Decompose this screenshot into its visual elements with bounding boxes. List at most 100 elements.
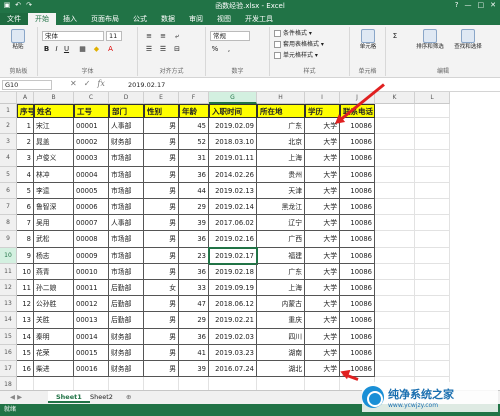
- table-cell[interactable]: 2019.02.16: [209, 231, 257, 248]
- font-color-icon[interactable]: A: [106, 44, 115, 54]
- row-header[interactable]: 11: [0, 263, 17, 280]
- table-cell[interactable]: 2019.02.14: [209, 199, 257, 216]
- table-cell[interactable]: 00016: [74, 361, 109, 378]
- font-family-select[interactable]: 宋体: [42, 31, 104, 41]
- table-cell[interactable]: 男: [144, 118, 179, 135]
- table-cell[interactable]: 10086: [340, 280, 375, 297]
- table-cell[interactable]: 女: [144, 280, 179, 297]
- empty-cell[interactable]: [17, 377, 34, 390]
- column-header-L[interactable]: L: [415, 92, 450, 104]
- table-cell[interactable]: 2016.07.24: [209, 361, 257, 378]
- table-cell[interactable]: 7: [17, 215, 34, 232]
- empty-cell[interactable]: [179, 377, 209, 390]
- empty-cell[interactable]: [375, 280, 415, 297]
- empty-cell[interactable]: [415, 296, 450, 313]
- cell-styles-button[interactable]: 单元格样式 ▾: [274, 51, 318, 61]
- select-all-corner[interactable]: [0, 92, 17, 104]
- table-cell[interactable]: 6: [17, 199, 34, 216]
- tab-formulas[interactable]: 公式: [126, 13, 154, 25]
- table-cell[interactable]: 大学: [305, 361, 340, 378]
- find-select-button[interactable]: 查找和选择: [452, 29, 484, 57]
- column-header-B[interactable]: B: [34, 92, 74, 104]
- empty-cell[interactable]: [375, 361, 415, 378]
- table-cell[interactable]: 男: [144, 182, 179, 199]
- table-cell[interactable]: 卢俊义: [34, 150, 74, 167]
- table-cell[interactable]: 广东: [257, 118, 305, 135]
- table-cell[interactable]: 2018.03.10: [209, 134, 257, 151]
- row-header[interactable]: 9: [0, 231, 17, 248]
- enter-icon[interactable]: ✓: [84, 79, 91, 88]
- table-cell[interactable]: 10: [17, 263, 34, 280]
- cells-button[interactable]: 单元格: [356, 29, 380, 57]
- table-cell[interactable]: 10086: [340, 118, 375, 135]
- header-cell[interactable]: 姓名: [34, 104, 74, 118]
- table-cell[interactable]: 大学: [305, 263, 340, 280]
- empty-cell[interactable]: [375, 199, 415, 216]
- table-cell[interactable]: 00013: [74, 312, 109, 329]
- merge-icon[interactable]: ⊟: [172, 44, 182, 54]
- row-header[interactable]: 14: [0, 312, 17, 329]
- header-cell[interactable]: 部门: [109, 104, 144, 118]
- table-cell[interactable]: 财务部: [109, 344, 144, 361]
- empty-cell[interactable]: [415, 263, 450, 280]
- tab-file[interactable]: 文件: [0, 13, 28, 25]
- table-cell[interactable]: 天津: [257, 182, 305, 199]
- header-cell[interactable]: 序号: [17, 104, 34, 118]
- table-cell[interactable]: 男: [144, 231, 179, 248]
- empty-cell[interactable]: [375, 344, 415, 361]
- table-cell[interactable]: 后勤部: [109, 280, 144, 297]
- table-cell[interactable]: 39: [179, 215, 209, 232]
- column-header-C[interactable]: C: [74, 92, 109, 104]
- table-cell[interactable]: 市场部: [109, 166, 144, 183]
- empty-cell[interactable]: [375, 263, 415, 280]
- empty-cell[interactable]: [375, 231, 415, 248]
- header-cell[interactable]: 所在地: [257, 104, 305, 118]
- table-cell[interactable]: 2018.06.12: [209, 296, 257, 313]
- table-cell[interactable]: 36: [179, 263, 209, 280]
- table-cell[interactable]: 23: [179, 247, 209, 264]
- table-cell[interactable]: 后勤部: [109, 312, 144, 329]
- table-cell[interactable]: 男: [144, 166, 179, 183]
- table-cell[interactable]: 财务部: [109, 134, 144, 151]
- column-header-I[interactable]: I: [305, 92, 340, 104]
- row-header[interactable]: 16: [0, 344, 17, 361]
- tab-home[interactable]: 开始: [28, 13, 56, 25]
- row-header[interactable]: 17: [0, 361, 17, 378]
- empty-cell[interactable]: [415, 247, 450, 264]
- table-cell[interactable]: 四川: [257, 328, 305, 345]
- column-header-A[interactable]: A: [17, 92, 34, 104]
- tab-page-layout[interactable]: 页面布局: [84, 13, 126, 25]
- table-cell[interactable]: 广东: [257, 263, 305, 280]
- table-cell[interactable]: 00012: [74, 296, 109, 313]
- empty-cell[interactable]: [375, 328, 415, 345]
- table-cell[interactable]: 花荣: [34, 344, 74, 361]
- table-cell[interactable]: 10086: [340, 182, 375, 199]
- row-header[interactable]: 10: [0, 247, 17, 264]
- table-cell[interactable]: 市场部: [109, 199, 144, 216]
- empty-cell[interactable]: [415, 104, 450, 118]
- empty-cell[interactable]: [415, 312, 450, 329]
- table-cell[interactable]: 00004: [74, 166, 109, 183]
- name-box[interactable]: G10: [2, 80, 52, 90]
- underline-button[interactable]: U: [62, 44, 71, 54]
- table-cell[interactable]: 男: [144, 215, 179, 232]
- table-cell[interactable]: 36: [179, 166, 209, 183]
- comma-icon[interactable]: ,: [224, 44, 234, 54]
- table-cell[interactable]: 00005: [74, 182, 109, 199]
- sheet-tab-2[interactable]: Sheet2: [82, 391, 121, 403]
- empty-cell[interactable]: [375, 134, 415, 151]
- table-cell[interactable]: 晁盖: [34, 134, 74, 151]
- row-header[interactable]: 15: [0, 328, 17, 345]
- table-cell[interactable]: 10086: [340, 263, 375, 280]
- table-cell[interactable]: 00003: [74, 150, 109, 167]
- empty-cell[interactable]: [109, 377, 144, 390]
- table-cell[interactable]: 李逵: [34, 182, 74, 199]
- table-cell[interactable]: 9: [17, 247, 34, 264]
- table-cell[interactable]: 后勤部: [109, 296, 144, 313]
- table-cell[interactable]: 男: [144, 344, 179, 361]
- empty-cell[interactable]: [375, 118, 415, 135]
- empty-cell[interactable]: [415, 199, 450, 216]
- column-header-K[interactable]: K: [375, 92, 415, 104]
- tab-data[interactable]: 数据: [154, 13, 182, 25]
- table-cell[interactable]: 10086: [340, 134, 375, 151]
